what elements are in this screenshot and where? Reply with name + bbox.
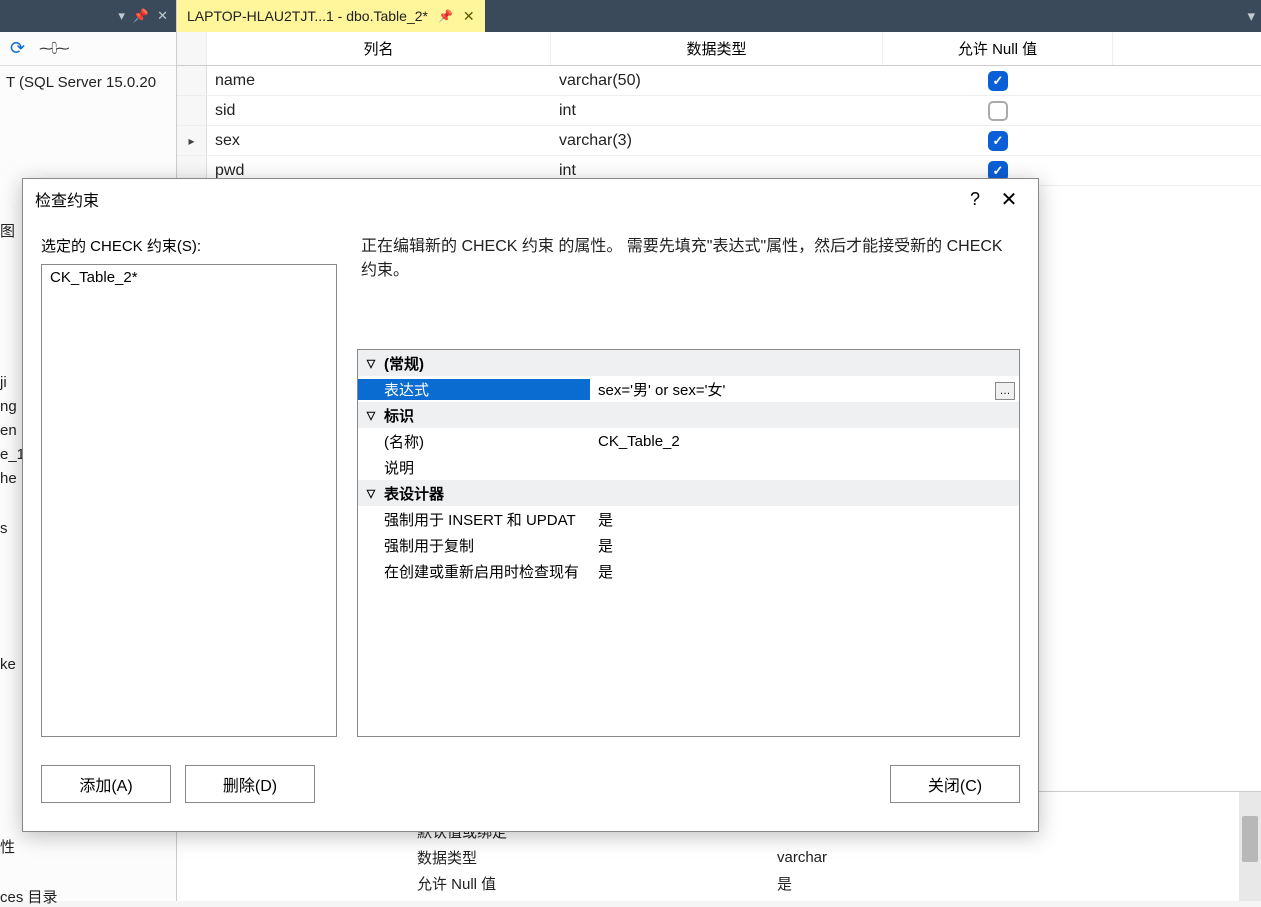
property-label: 允许 Null 值 xyxy=(387,873,777,894)
expression-value[interactable]: sex='男' or sex='女' xyxy=(598,379,725,400)
scrollbar-vertical[interactable] xyxy=(1239,792,1261,901)
property-row[interactable]: 允许 Null 值是 xyxy=(387,870,1261,896)
prop-expression[interactable]: 表达式 sex='男' or sex='女'… xyxy=(358,376,1019,402)
cell-column-name[interactable]: sex xyxy=(207,126,551,155)
document-tab-bar: LAPTOP-HLAU2TJT...1 - dbo.Table_2* 📌 ✕ ▾ xyxy=(177,0,1261,32)
cell-data-type[interactable]: varchar(3) xyxy=(551,126,883,155)
property-value[interactable]: varchar xyxy=(777,849,827,866)
tab-table-designer[interactable]: LAPTOP-HLAU2TJT...1 - dbo.Table_2* 📌 ✕ xyxy=(177,0,485,32)
designer-header: 列名 数据类型 允许 Null 值 xyxy=(177,32,1261,66)
group-designer[interactable]: ▽表设计器 xyxy=(358,480,1019,506)
close-icon[interactable]: ✕ xyxy=(157,8,168,24)
row-indicator xyxy=(177,96,207,125)
tree-fragment: e_1 xyxy=(0,446,24,463)
refresh-icon[interactable]: ⟳ xyxy=(10,38,25,59)
row-indicator: ▸ xyxy=(177,126,207,155)
tree-fragment: s xyxy=(0,520,24,537)
row-indicator xyxy=(177,66,207,95)
dialog-right-pane: 正在编辑新的 CHECK 约束 的属性。 需要先填充"表达式"属性，然后才能接受… xyxy=(357,235,1020,737)
dialog-title-bar: 检查约束 ? ✕ xyxy=(23,179,1038,219)
header-data-type: 数据类型 xyxy=(551,32,883,65)
tree-fragment: ng xyxy=(0,398,24,415)
cell-allow-null[interactable]: ✓ xyxy=(883,126,1113,155)
property-grid[interactable]: ▽(常规) 表达式 sex='男' or sex='女'… ▽标识 (名称) C… xyxy=(357,349,1020,737)
prop-enforce-replication[interactable]: 强制用于复制 是 xyxy=(358,532,1019,558)
cell-column-name[interactable]: name xyxy=(207,66,551,95)
checkbox-icon[interactable] xyxy=(988,101,1008,121)
tree-fragment: ces 目录 xyxy=(0,886,80,907)
dialog-description: 正在编辑新的 CHECK 约束 的属性。 需要先填充"表达式"属性，然后才能接受… xyxy=(357,235,1020,335)
constraint-list[interactable]: CK_Table_2* xyxy=(41,264,337,737)
close-button[interactable]: 关闭(C) xyxy=(890,765,1020,803)
tab-bar-overflow[interactable]: ▾ xyxy=(485,0,1261,32)
property-value[interactable]: 是 xyxy=(777,873,792,894)
help-icon[interactable]: ? xyxy=(958,189,992,210)
tree-fragment: en xyxy=(0,422,24,439)
tree-fragment: 性 xyxy=(0,836,40,857)
close-icon[interactable]: ✕ xyxy=(463,8,475,25)
checkbox-icon[interactable]: ✓ xyxy=(988,131,1008,151)
chevron-down-icon[interactable]: ▽ xyxy=(364,357,378,370)
tree-fragment: he xyxy=(0,470,24,487)
constraint-list-item[interactable]: CK_Table_2* xyxy=(42,265,336,290)
prop-description[interactable]: 说明 xyxy=(358,454,1019,480)
tab-title: LAPTOP-HLAU2TJT...1 - dbo.Table_2* xyxy=(187,8,428,24)
header-allow-null: 允许 Null 值 xyxy=(883,32,1113,65)
tree-fragment: 图 xyxy=(0,220,24,241)
prop-enforce-insert-update[interactable]: 强制用于 INSERT 和 UPDAT 是 xyxy=(358,506,1019,532)
cell-column-name[interactable]: sid xyxy=(207,96,551,125)
object-explorer-tree[interactable]: T (SQL Server 15.0.20 xyxy=(0,66,176,93)
activity-icon[interactable]: ⁓⩇⁓ xyxy=(39,40,67,57)
delete-button[interactable]: 删除(D) xyxy=(185,765,315,803)
property-row[interactable]: 数据类型varchar xyxy=(387,844,1261,870)
table-designer: 列名 数据类型 允许 Null 值 namevarchar(50) ✓ sidint… xyxy=(177,32,1261,186)
panel-title-bar: ▾ 📌 ✕ xyxy=(0,0,176,32)
designer-row[interactable]: sidint xyxy=(177,96,1261,126)
add-button[interactable]: 添加(A) xyxy=(41,765,171,803)
dialog-body: 选定的 CHECK 约束(S): CK_Table_2* 正在编辑新的 CHEC… xyxy=(23,219,1038,831)
cell-data-type[interactable]: int xyxy=(551,96,883,125)
constraint-list-label: 选定的 CHECK 约束(S): xyxy=(41,235,337,256)
tree-fragment: ji xyxy=(0,374,24,391)
pin-icon[interactable]: 📌 xyxy=(133,8,149,24)
dropdown-icon[interactable]: ▾ xyxy=(118,8,125,24)
cell-allow-null[interactable] xyxy=(883,96,1113,125)
checkbox-icon[interactable]: ✓ xyxy=(988,71,1008,91)
server-node[interactable]: T (SQL Server 15.0.20 xyxy=(0,72,176,93)
chevron-down-icon[interactable]: ▽ xyxy=(364,409,378,422)
row-gutter-header xyxy=(177,32,207,65)
property-label: 数据类型 xyxy=(387,847,777,868)
ellipsis-button[interactable]: … xyxy=(995,382,1015,400)
check-constraints-dialog: 检查约束 ? ✕ 选定的 CHECK 约束(S): CK_Table_2* 正在… xyxy=(22,178,1039,832)
header-col-name: 列名 xyxy=(207,32,551,65)
chevron-down-icon[interactable]: ▽ xyxy=(364,487,378,500)
designer-row[interactable]: ▸sexvarchar(3) ✓ xyxy=(177,126,1261,156)
dialog-left-pane: 选定的 CHECK 约束(S): CK_Table_2* xyxy=(41,235,337,737)
close-icon[interactable]: ✕ xyxy=(992,187,1026,212)
designer-row[interactable]: namevarchar(50) ✓ xyxy=(177,66,1261,96)
cell-allow-null[interactable]: ✓ xyxy=(883,66,1113,95)
cell-data-type[interactable]: varchar(50) xyxy=(551,66,883,95)
scrollbar-thumb[interactable] xyxy=(1242,816,1258,862)
group-identity[interactable]: ▽标识 xyxy=(358,402,1019,428)
panel-toolbar: ⟳ ⁓⩇⁓ xyxy=(0,32,176,66)
tree-fragment: ke xyxy=(0,656,24,673)
dialog-title: 检查约束 xyxy=(35,187,958,211)
prop-check-existing[interactable]: 在创建或重新启用时检查现有 是 xyxy=(358,558,1019,584)
dialog-button-row: 添加(A) 删除(D) 关闭(C) xyxy=(41,757,1020,831)
prop-name[interactable]: (名称) CK_Table_2 xyxy=(358,428,1019,454)
group-general[interactable]: ▽(常规) xyxy=(358,350,1019,376)
pin-icon[interactable]: 📌 xyxy=(438,9,453,23)
